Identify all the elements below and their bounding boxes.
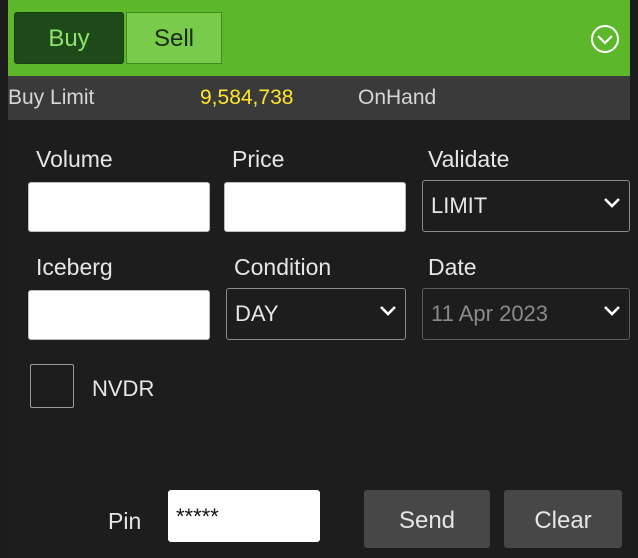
nvdr-checkbox[interactable] (30, 364, 74, 408)
price-label: Price (232, 146, 285, 172)
pin-input[interactable]: ***** (168, 490, 320, 542)
date-select[interactable]: 11 Apr 2023 (422, 288, 630, 340)
limit-info-bar: Buy Limit 9,584,738 OnHand (8, 76, 630, 120)
volume-input[interactable] (28, 182, 210, 232)
send-button[interactable]: Send (364, 490, 490, 548)
validate-value: LIMIT (431, 193, 488, 218)
condition-value: DAY (235, 301, 279, 326)
nvdr-label: NVDR (92, 376, 155, 401)
date-label: Date (428, 254, 477, 280)
validate-select[interactable]: LIMIT (422, 180, 630, 232)
chevron-down-icon (604, 198, 620, 208)
chevron-down-icon (604, 306, 620, 316)
price-input[interactable] (224, 182, 406, 232)
iceberg-label: Iceberg (36, 254, 113, 280)
order-panel: Buy Sell Buy Limit 9,584,738 OnHand Volu… (8, 0, 630, 558)
buy-limit-value: 9,584,738 (200, 86, 294, 109)
condition-select[interactable]: DAY (226, 288, 406, 340)
side-tab-bar: Buy Sell (8, 0, 630, 76)
clear-button[interactable]: Clear (504, 490, 622, 548)
onhand-label: OnHand (358, 86, 437, 109)
chevron-down-icon (380, 306, 396, 316)
chevron-down-circle-icon[interactable] (590, 24, 620, 54)
volume-label: Volume (36, 146, 113, 172)
iceberg-input[interactable] (28, 290, 210, 340)
tab-buy[interactable]: Buy (14, 12, 124, 64)
buy-limit-label: Buy Limit (8, 86, 95, 109)
date-value: 11 Apr 2023 (431, 301, 549, 326)
condition-label: Condition (234, 254, 332, 280)
tab-sell[interactable]: Sell (126, 12, 222, 64)
validate-label: Validate (428, 146, 510, 172)
pin-label: Pin (108, 508, 142, 534)
